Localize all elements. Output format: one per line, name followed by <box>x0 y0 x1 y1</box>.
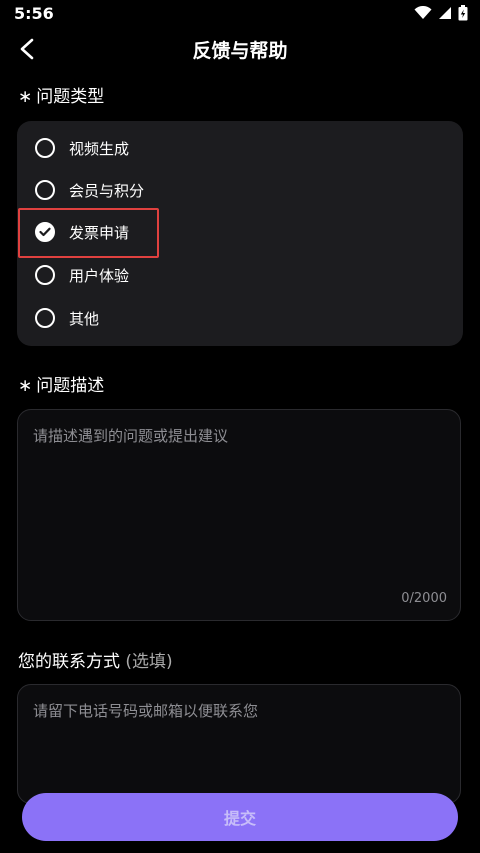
wifi-icon <box>414 6 432 19</box>
radio-option-video[interactable]: 视频生成 <box>35 133 129 163</box>
radio-unchecked-icon <box>35 265 55 285</box>
radio-checked-icon <box>35 222 55 242</box>
radio-unchecked-icon <box>35 308 55 328</box>
radio-unchecked-icon <box>35 138 55 158</box>
issue-type-label: ∗ 问题类型 <box>18 87 105 107</box>
submit-label: 提交 <box>223 809 256 828</box>
required-star-icon: ∗ <box>18 376 33 396</box>
issue-type-panel: 视频生成 会员与积分 发票申请 用户体验 其他 <box>17 121 463 346</box>
radio-option-ux[interactable]: 用户体验 <box>35 260 129 290</box>
description-label: ∗ 问题描述 <box>18 376 105 396</box>
radio-option-other[interactable]: 其他 <box>35 303 99 333</box>
description-input[interactable]: 请描述遇到的问题或提出建议 0/2000 <box>17 409 461 621</box>
page-title: 反馈与帮助 <box>192 40 288 62</box>
character-counter: 0/2000 <box>401 591 447 606</box>
required-star-icon: ∗ <box>18 87 33 107</box>
status-icons <box>414 5 468 21</box>
signal-icon <box>439 7 451 19</box>
radio-unchecked-icon <box>35 180 55 200</box>
radio-option-membership[interactable]: 会员与积分 <box>35 175 144 205</box>
optional-tag: (选填) <box>125 652 173 672</box>
description-placeholder: 请描述遇到的问题或提出建议 <box>33 427 229 445</box>
contact-placeholder: 请留下电话号码或邮箱以便联系您 <box>33 702 259 720</box>
radio-option-invoice[interactable]: 发票申请 <box>35 217 129 247</box>
status-time: 5:56 <box>14 4 54 23</box>
status-bar: 5:56 <box>0 0 480 28</box>
nav-bar: 反馈与帮助 <box>0 28 480 70</box>
contact-input[interactable]: 请留下电话号码或邮箱以便联系您 <box>17 684 461 804</box>
battery-icon <box>458 5 468 21</box>
submit-button[interactable]: 提交 <box>22 793 458 841</box>
contact-label: 您的联系方式 (选填) <box>18 652 173 672</box>
